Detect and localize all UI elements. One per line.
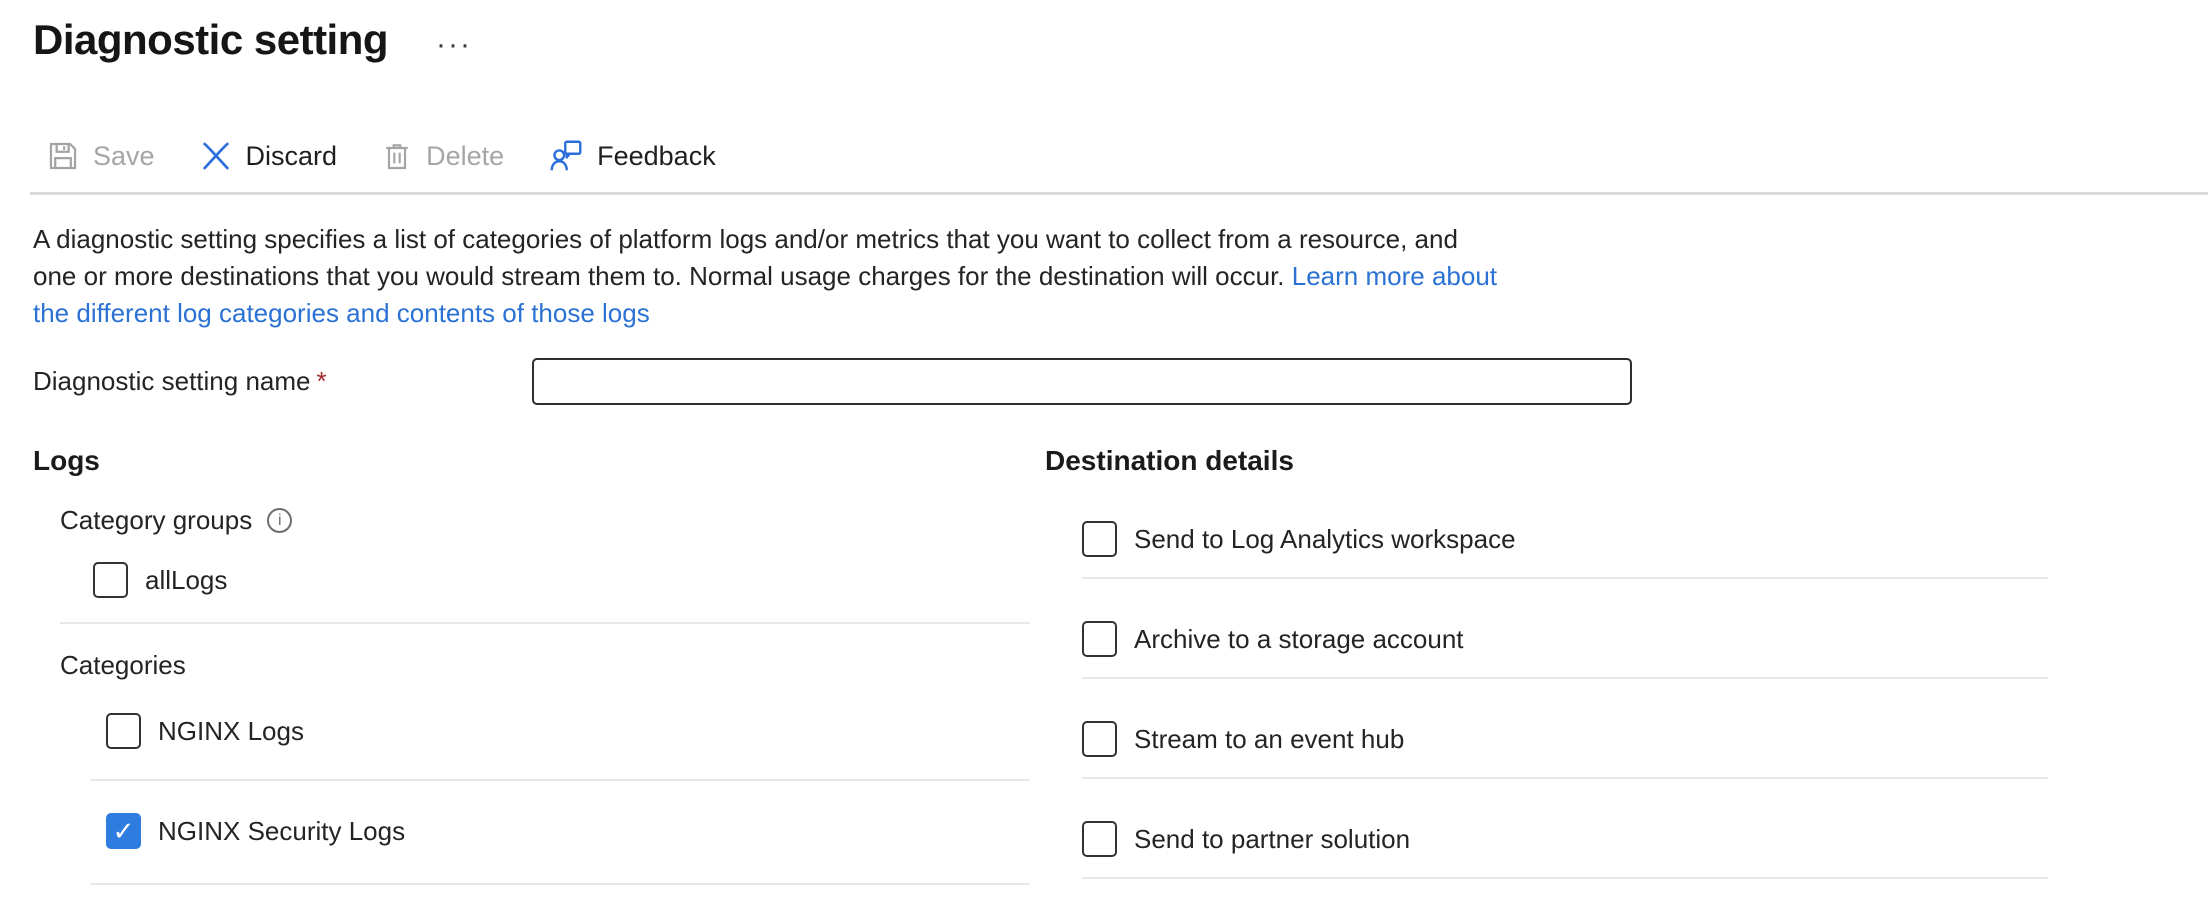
check-icon <box>108 715 139 747</box>
checkbox-row-log-analytics[interactable]: Send to Log Analytics workspace <box>1082 521 2065 557</box>
feedback-label: Feedback <box>597 141 716 172</box>
intro-paragraph: A diagnostic setting specifies a list of… <box>33 221 1503 332</box>
check-icon <box>1084 623 1115 655</box>
storage-account-label[interactable]: Archive to a storage account <box>1134 624 1464 655</box>
partner-solution-checkbox[interactable] <box>1082 821 1117 857</box>
destination-divider <box>1082 577 2048 579</box>
diagnostic-setting-name-input[interactable] <box>532 358 1632 405</box>
check-icon <box>1084 723 1115 755</box>
discard-label: Discard <box>246 141 338 172</box>
destination-heading: Destination details <box>1045 445 2065 477</box>
delete-label: Delete <box>426 141 504 172</box>
save-icon <box>46 139 80 173</box>
check-icon <box>1084 823 1115 855</box>
event-hub-label[interactable]: Stream to an event hub <box>1134 724 1404 755</box>
required-asterisk: * <box>316 366 326 396</box>
category-groups-row: Category groups i <box>60 505 1033 536</box>
nginx-security-logs-checkbox[interactable] <box>106 813 141 849</box>
feedback-button[interactable]: Feedback <box>548 138 716 174</box>
check-icon <box>1084 523 1115 555</box>
more-button[interactable]: ··· <box>436 35 472 55</box>
ellipsis-icon: ··· <box>436 28 472 61</box>
info-icon[interactable]: i <box>267 508 292 533</box>
content-columns: Logs Category groups i allLogs Categorie… <box>33 445 2208 885</box>
nginx-logs-label[interactable]: NGINX Logs <box>158 716 304 747</box>
delete-button[interactable]: Delete <box>381 139 504 173</box>
save-label: Save <box>93 141 155 172</box>
page-header: Diagnostic setting ··· <box>33 16 2208 64</box>
nginx-logs-checkbox[interactable] <box>106 713 141 749</box>
name-field-row: Diagnostic setting name* <box>33 358 2208 405</box>
checkbox-row-event-hub[interactable]: Stream to an event hub <box>1082 721 2065 757</box>
check-icon <box>95 564 126 596</box>
destination-divider <box>1082 677 2048 679</box>
discard-x-icon <box>199 139 233 173</box>
partner-solution-label[interactable]: Send to partner solution <box>1134 824 1410 855</box>
logs-section: Logs Category groups i allLogs Categorie… <box>33 445 1033 885</box>
feedback-icon <box>548 138 584 174</box>
destination-divider <box>1082 877 2048 879</box>
destination-divider <box>1082 777 2048 779</box>
log-analytics-label[interactable]: Send to Log Analytics workspace <box>1134 524 1516 555</box>
checkmark-icon <box>108 815 139 847</box>
checkbox-row-nginx-logs[interactable]: NGINX Logs <box>106 713 1033 749</box>
checkbox-row-partner-solution[interactable]: Send to partner solution <box>1082 821 2065 857</box>
checkbox-row-alllogs[interactable]: allLogs <box>93 562 1033 598</box>
checkbox-row-nginx-security-logs[interactable]: NGINX Security Logs <box>106 813 1033 849</box>
checkbox-row-storage-account[interactable]: Archive to a storage account <box>1082 621 2065 657</box>
trash-icon <box>381 139 413 173</box>
toolbar-divider <box>30 192 2208 195</box>
storage-account-checkbox[interactable] <box>1082 621 1117 657</box>
category-groups-label: Category groups <box>60 505 252 536</box>
log-analytics-checkbox[interactable] <box>1082 521 1117 557</box>
command-bar: Save Discard Delete <box>46 130 2208 182</box>
page-title: Diagnostic setting <box>33 16 388 64</box>
destination-section: Destination details Send to Log Analytic… <box>1045 445 2065 885</box>
categories-label: Categories <box>60 650 1033 681</box>
nginx-security-logs-label[interactable]: NGINX Security Logs <box>158 816 405 847</box>
logs-heading: Logs <box>33 445 1033 477</box>
discard-button[interactable]: Discard <box>199 139 338 173</box>
logs-divider <box>90 779 1030 781</box>
intro-text: A diagnostic setting specifies a list of… <box>33 224 1458 291</box>
logs-divider <box>90 883 1030 885</box>
save-button[interactable]: Save <box>46 139 155 173</box>
alllogs-label[interactable]: allLogs <box>145 565 227 596</box>
name-field-label: Diagnostic setting name* <box>33 366 532 397</box>
alllogs-checkbox[interactable] <box>93 562 128 598</box>
logs-divider <box>60 622 1030 624</box>
event-hub-checkbox[interactable] <box>1082 721 1117 757</box>
